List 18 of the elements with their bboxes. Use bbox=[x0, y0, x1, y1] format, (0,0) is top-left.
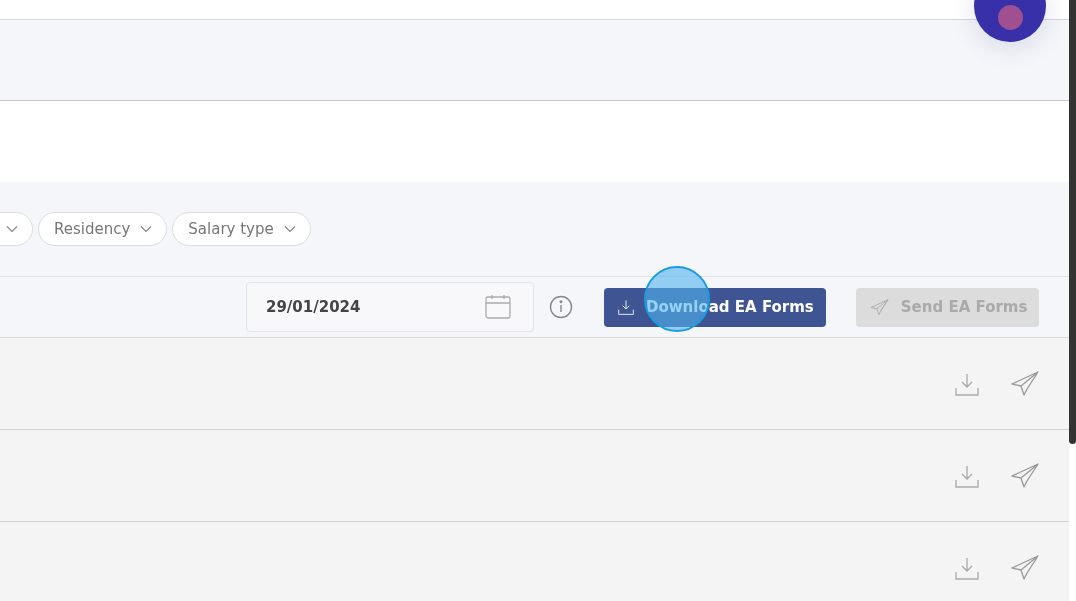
caret-icon bbox=[6, 225, 18, 233]
date-field[interactable]: 29/01/2024 bbox=[246, 282, 534, 332]
scrollbar-thumb[interactable] bbox=[1069, 0, 1076, 444]
paper-plane-icon[interactable] bbox=[1011, 462, 1039, 489]
download-icon[interactable] bbox=[955, 371, 979, 396]
download-button[interactable]: Download EA Forms bbox=[604, 287, 826, 327]
caret-icon bbox=[140, 225, 153, 233]
calendar-icon bbox=[485, 294, 511, 320]
info-icon bbox=[549, 295, 573, 319]
filter-dropdown[interactable]: Residency bbox=[38, 212, 168, 246]
caret-icon bbox=[283, 225, 296, 233]
paper-plane-icon bbox=[869, 298, 889, 316]
paper-plane-icon[interactable] bbox=[1011, 554, 1039, 581]
download-icon bbox=[618, 299, 634, 315]
download-icon[interactable] bbox=[955, 555, 979, 580]
download-icon[interactable] bbox=[955, 463, 979, 488]
filter-dropdown[interactable]: Salary type bbox=[172, 212, 311, 246]
paper-plane-icon[interactable] bbox=[1011, 370, 1039, 397]
